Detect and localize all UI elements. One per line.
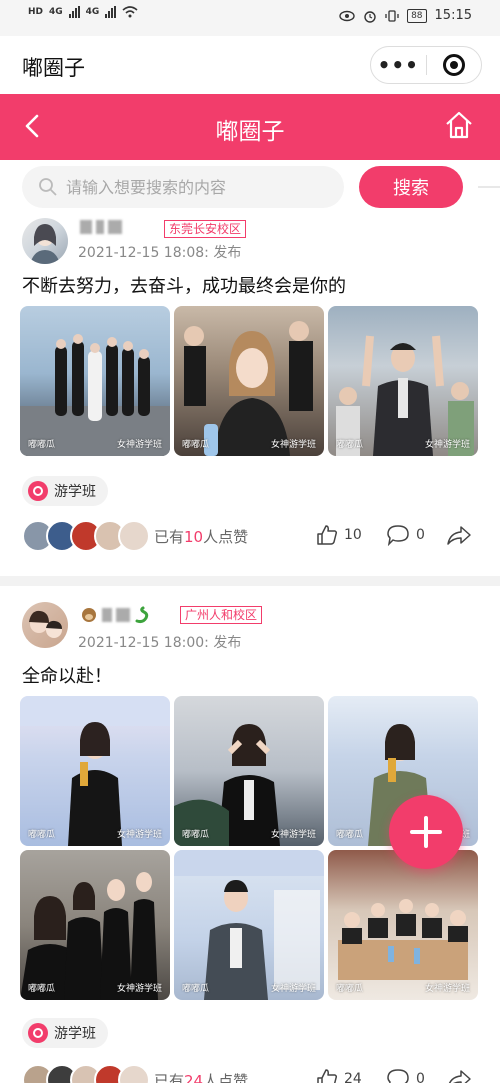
avatar[interactable] xyxy=(22,218,68,264)
like-button[interactable]: 10 xyxy=(316,524,362,546)
photo-watermark: 嘟嘟瓜 xyxy=(336,830,364,840)
photo-watermark: 嘟嘟瓜 xyxy=(336,984,364,994)
status-right: 88 15:15 xyxy=(339,8,472,23)
post-photo[interactable]: 嘟嘟瓜 女神游学班 xyxy=(174,696,324,846)
search-input[interactable] xyxy=(66,177,316,197)
topic-tag[interactable]: 游学班 xyxy=(22,1018,108,1048)
status-bar: HD 4G 4G 88 15:15 xyxy=(0,0,500,36)
tag-label: 游学班 xyxy=(54,1026,96,1042)
page-header: 嘟圈子 xyxy=(0,94,500,160)
post-divider xyxy=(0,576,500,586)
capsule-menu: ••• xyxy=(370,46,482,84)
topic-tag[interactable]: 游学班 xyxy=(22,476,108,506)
share-icon[interactable] xyxy=(446,1068,472,1083)
miniprogram-title: 嘟圈子 xyxy=(22,56,85,80)
photo-watermark: 嘟嘟瓜 xyxy=(28,440,56,450)
monkey-emoji-icon xyxy=(82,608,96,622)
photo-watermark: 嘟嘟瓜 xyxy=(182,984,210,994)
search-box xyxy=(22,166,344,208)
photo-caption: 女神游学班 xyxy=(116,830,162,840)
username[interactable] xyxy=(80,220,122,234)
share-icon[interactable] xyxy=(446,524,472,546)
eye-icon xyxy=(339,10,355,21)
vibrate-icon xyxy=(385,9,399,22)
post-text: 全命以赴！ xyxy=(22,666,112,687)
comment-count: 0 xyxy=(416,1071,425,1083)
liked-summary: 已有10人点赞 xyxy=(154,528,249,546)
tag-icon xyxy=(28,1023,48,1043)
search-icon xyxy=(39,178,57,196)
signal-icon-2 xyxy=(105,6,117,18)
username[interactable] xyxy=(80,606,152,624)
post-photo[interactable]: 嘟嘟瓜 女神游学班 xyxy=(174,306,324,456)
liked-summary: 已有24人点赞 xyxy=(154,1070,248,1083)
search-button[interactable]: 搜索 xyxy=(359,166,463,208)
photo-caption: 女神游学班 xyxy=(270,440,316,450)
post-time: 2021-12-15 18:00: 发布 xyxy=(78,635,242,651)
network-label-2: 4G xyxy=(85,7,100,17)
signal-icon xyxy=(68,6,80,18)
photo-caption: 女神游学班 xyxy=(116,440,162,450)
clock: 15:15 xyxy=(434,8,472,23)
miniprogram-bar: 嘟圈子 ••• xyxy=(0,36,500,94)
thumbs-up-icon xyxy=(317,1069,338,1083)
post-time: 2021-12-15 18:08: 发布 xyxy=(78,245,242,261)
liked-count: 10 xyxy=(184,528,204,546)
photo-watermark: 嘟嘟瓜 xyxy=(182,830,210,840)
search-row: 搜索 xyxy=(0,162,500,214)
photo-caption: 女神游学班 xyxy=(116,984,162,994)
photo-caption: 女神游学班 xyxy=(424,440,470,450)
create-post-button[interactable] xyxy=(389,795,463,869)
liked-count: 24 xyxy=(184,1072,204,1083)
avatar[interactable] xyxy=(22,602,68,648)
comment-icon xyxy=(387,1069,409,1083)
liker-avatars[interactable] xyxy=(22,1064,150,1083)
plus-icon xyxy=(410,816,442,848)
alarm-icon xyxy=(364,10,376,23)
close-button[interactable] xyxy=(426,54,481,76)
signal-indicators: HD 4G 4G xyxy=(28,6,138,18)
post-photo[interactable]: 嘟嘟瓜 女神游学班 xyxy=(328,306,478,456)
like-button[interactable]: 24 xyxy=(316,1068,362,1083)
tag-icon xyxy=(28,481,48,501)
comment-button[interactable]: 0 xyxy=(386,1068,425,1083)
post-text: 不断去努力，去奋斗，成功最终会是你的 xyxy=(22,276,346,297)
network-label: 4G xyxy=(49,7,63,17)
like-count: 24 xyxy=(344,1071,362,1083)
campus-badge: 广州人和校区 xyxy=(180,606,263,624)
target-icon xyxy=(442,54,465,76)
photo-caption: 女神游学班 xyxy=(270,830,316,840)
home-icon[interactable] xyxy=(444,110,474,140)
post-photo[interactable]: 嘟嘟瓜 女神游学班 xyxy=(20,696,170,846)
post-photo[interactable]: 嘟嘟瓜 女神游学班 xyxy=(20,850,170,1000)
post-card: 东莞长安校区 2021-12-15 18:08: 发布 不断去努力，去奋斗，成功… xyxy=(0,214,500,580)
hd-label: HD xyxy=(28,7,44,17)
photo-caption: 女神游学班 xyxy=(270,984,316,994)
liker-avatars[interactable] xyxy=(22,520,150,552)
comment-icon xyxy=(387,525,409,546)
snake-emoji-icon xyxy=(135,606,149,624)
post-photo[interactable]: 嘟嘟瓜 女神游学班 xyxy=(174,850,324,1000)
thumbs-up-icon xyxy=(317,525,338,545)
battery-icon: 88 xyxy=(407,8,427,23)
post-photo[interactable]: 嘟嘟瓜 女神游学班 xyxy=(20,306,170,456)
photo-caption: 女神游学班 xyxy=(424,984,470,994)
comment-count: 0 xyxy=(416,527,425,543)
page-title: 嘟圈子 xyxy=(215,119,285,145)
ellipsis-icon[interactable]: ••• xyxy=(371,53,426,77)
post-photo[interactable]: 嘟嘟瓜 女神游学班 xyxy=(328,850,478,1000)
campus-badge: 东莞长安校区 xyxy=(164,220,247,238)
photo-watermark: 嘟嘟瓜 xyxy=(28,830,56,840)
tag-label: 游学班 xyxy=(54,484,96,500)
comment-button[interactable]: 0 xyxy=(386,524,425,546)
wifi-icon xyxy=(122,6,138,18)
photo-watermark: 嘟嘟瓜 xyxy=(336,440,364,450)
like-count: 10 xyxy=(344,527,362,543)
scroll-hint xyxy=(478,186,500,188)
photo-watermark: 嘟嘟瓜 xyxy=(182,440,210,450)
photo-watermark: 嘟嘟瓜 xyxy=(28,984,56,994)
